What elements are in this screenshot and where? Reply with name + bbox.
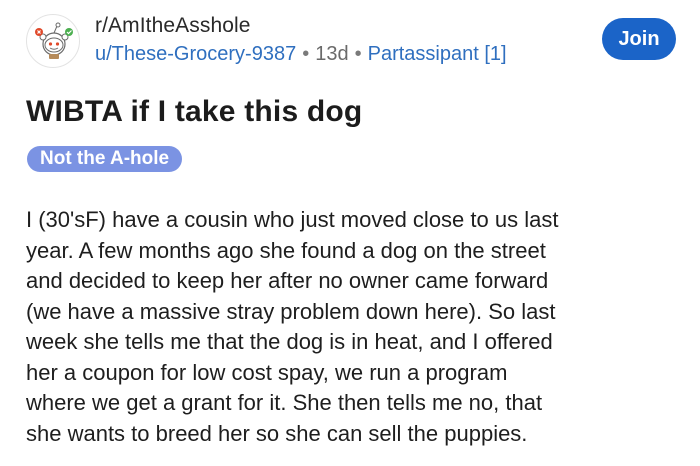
post-flair-badge[interactable]: Not the A-hole: [27, 146, 183, 172]
byline: u/These-Grocery-9387 • 13d • Partassipant [1…: [95, 42, 507, 66]
post-meta: r/AmItheAsshole u/These-Grocery-9387 • 13d…: [95, 14, 507, 66]
subreddit-name[interactable]: r/AmItheAsshole: [95, 14, 507, 38]
body-line: I (30'sF) have a cousin who just moved c…: [26, 207, 559, 232]
body-line: she wants to breed her so she can sell t…: [26, 420, 528, 446]
body-line: where we get a grant for it. She then te…: [26, 390, 543, 415]
author-username[interactable]: u/These-Grocery-9387: [95, 43, 296, 65]
subreddit-avatar-icon[interactable]: [26, 14, 80, 68]
separator-dot: •: [354, 43, 362, 65]
body-line: and decided to keep her after no owner c…: [26, 268, 549, 293]
body-line: her a coupon for low cost spay, we run a…: [26, 359, 508, 385]
post-header: r/AmItheAsshole u/These-Grocery-9387 • 13d…: [26, 14, 676, 70]
body-line: year. A few months ago she found a dog o…: [26, 237, 546, 263]
body-line: (we have a massive stray problem down he…: [26, 298, 556, 324]
join-button[interactable]: Join: [602, 18, 676, 60]
post-title[interactable]: WIBTA if I take this dog: [26, 94, 362, 130]
body-line: week she tells me that the dog is in hea…: [26, 329, 553, 354]
separator-dot: •: [302, 43, 310, 65]
reddit-post: r/AmItheAsshole u/These-Grocery-9387 • 13d…: [0, 0, 700, 466]
user-flair: Partassipant [1]: [367, 43, 507, 65]
post-body: I (30'sF) have a cousin who just moved c…: [26, 205, 686, 449]
post-age: 13d: [315, 43, 349, 65]
